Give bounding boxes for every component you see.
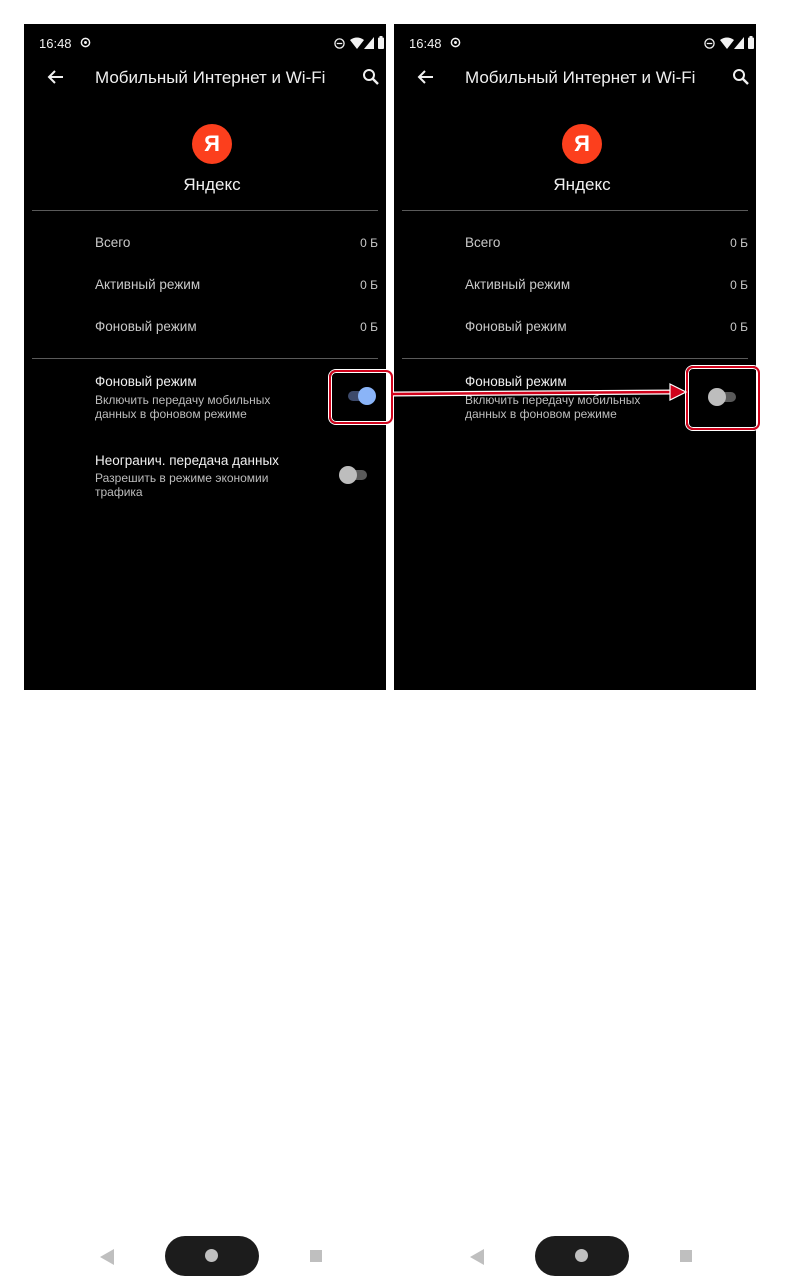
toggle-highlight-box	[686, 366, 760, 430]
signal-icon	[734, 37, 744, 49]
search-icon[interactable]	[362, 68, 380, 86]
unrestricted-data-toggle[interactable]	[339, 466, 369, 484]
usage-value-total: 0 Б	[360, 236, 378, 250]
search-icon[interactable]	[732, 68, 750, 86]
arrow-left-icon[interactable]	[47, 68, 65, 86]
phone-screen-before: 16:48 Мобильный Интернет и Wi-Fi Я Яндек…	[24, 24, 386, 1276]
nav-back-icon[interactable]	[100, 1249, 114, 1265]
usage-value-background: 0 Б	[360, 320, 378, 334]
page-title: Мобильный Интернет и Wi-Fi	[95, 68, 326, 87]
nav-recents-icon[interactable]	[310, 1250, 322, 1262]
usage-label-total: Всего	[465, 235, 501, 250]
navigation-bar	[24, 630, 386, 1276]
usage-value-total: 0 Б	[730, 236, 748, 250]
divider	[32, 358, 378, 359]
nav-home-icon[interactable]	[575, 1249, 588, 1262]
navigation-bar	[394, 630, 756, 1276]
status-time: 16:48	[409, 36, 442, 51]
divider	[32, 210, 378, 211]
nav-back-icon[interactable]	[470, 1249, 484, 1265]
setting-title: Неогранич. передача данных	[95, 453, 279, 468]
setting-description: Включить передачу мобильных данных в фон…	[465, 393, 641, 421]
sync-icon	[450, 37, 461, 48]
nav-recents-icon[interactable]	[680, 1250, 692, 1262]
app-name: Яндекс	[183, 175, 241, 194]
status-bar: 16:48	[394, 24, 756, 64]
yandex-logo-icon: Я	[192, 124, 232, 164]
usage-value-foreground: 0 Б	[360, 278, 378, 292]
setting-description: Разрешить в режиме экономии трафика	[95, 471, 269, 499]
usage-label-foreground: Активный режим	[95, 277, 201, 292]
phone-screen-after: 16:48 Мобильный Интернет и Wi-Fi Я Яндек…	[394, 24, 756, 1276]
divider	[402, 210, 748, 211]
yandex-logo-icon: Я	[562, 124, 602, 164]
toggle-highlight-box	[329, 370, 393, 424]
toggle-thumb	[339, 466, 357, 484]
signal-icon	[364, 37, 374, 49]
usage-label-background: Фоновый режим	[465, 319, 567, 334]
divider	[402, 358, 748, 359]
usage-label-total: Всего	[95, 235, 131, 250]
usage-label-background: Фоновый режим	[95, 319, 197, 334]
arrow-left-icon[interactable]	[417, 68, 435, 86]
usage-value-background: 0 Б	[730, 320, 748, 334]
dnd-icon	[704, 38, 715, 49]
setting-description: Включить передачу мобильных данных в фон…	[95, 393, 271, 421]
page-title: Мобильный Интернет и Wi-Fi	[465, 68, 696, 87]
battery-icon	[748, 36, 754, 49]
setting-title: Фоновый режим	[95, 374, 197, 389]
battery-icon	[378, 36, 384, 49]
dnd-icon	[334, 38, 345, 49]
setting-title: Фоновый режим	[465, 374, 567, 389]
nav-home-icon[interactable]	[205, 1249, 218, 1262]
usage-label-foreground: Активный режим	[465, 277, 571, 292]
sync-icon	[80, 37, 91, 48]
app-name: Яндекс	[553, 175, 611, 194]
status-time: 16:48	[39, 36, 72, 51]
wifi-icon	[720, 37, 734, 49]
usage-value-foreground: 0 Б	[730, 278, 748, 292]
status-bar: 16:48	[24, 24, 386, 64]
wifi-icon	[350, 37, 364, 49]
